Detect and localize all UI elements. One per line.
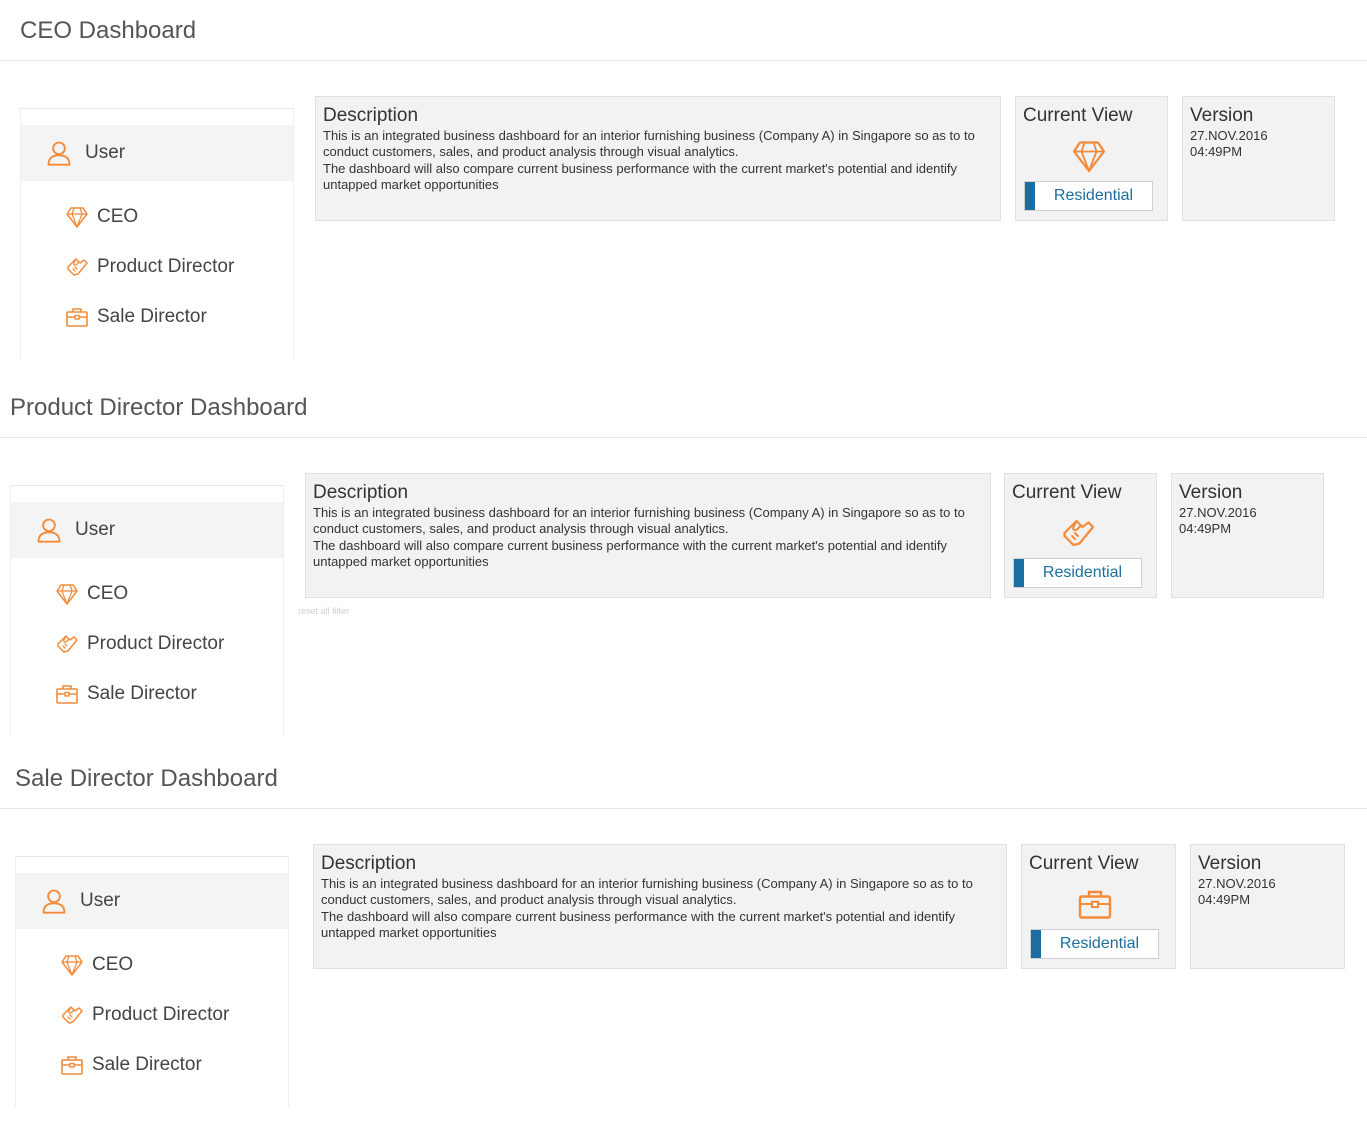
- briefcase-icon: [1077, 885, 1113, 923]
- button-accent-bar: [1031, 930, 1041, 958]
- sidebar-item-sale-director[interactable]: Sale Director: [55, 679, 197, 709]
- diamond-icon: [1071, 137, 1107, 175]
- sidebar-user-label: User: [75, 519, 116, 540]
- divider: [0, 808, 1367, 809]
- sidebar-item-label: CEO: [97, 206, 139, 227]
- product-director-dashboard-section: Product Director Dashboard User CEO Prod…: [0, 377, 1367, 747]
- version-date: 27.NOV.2016: [1198, 876, 1276, 891]
- sidebar-item-sale-director[interactable]: Sale Director: [65, 302, 207, 332]
- description-heading: Description: [321, 853, 417, 874]
- page-title: Sale Director Dashboard: [15, 765, 278, 792]
- sidebar-user-header[interactable]: User: [21, 125, 293, 181]
- version-text: 27.NOV.2016 04:49PM: [1179, 505, 1257, 537]
- sidebar-item-label: Product Director: [87, 633, 225, 654]
- version-heading: Version: [1190, 105, 1254, 126]
- page-title: Product Director Dashboard: [10, 394, 308, 421]
- residential-button[interactable]: Residential: [1024, 181, 1153, 211]
- description-panel: Description This is an integrated busine…: [313, 844, 1007, 969]
- version-date: 27.NOV.2016: [1179, 505, 1257, 520]
- page-title: CEO Dashboard: [20, 17, 197, 44]
- sidebar: User CEO Product Director Sale Director: [15, 856, 289, 1107]
- user-icon: [40, 887, 68, 915]
- sidebar-item-label: Sale Director: [97, 306, 207, 327]
- description-line: The dashboard will also compare current …: [321, 908, 956, 940]
- button-accent-bar: [1014, 559, 1024, 587]
- version-panel: Version 27.NOV.2016 04:49PM: [1171, 473, 1324, 598]
- divider: [0, 437, 1367, 438]
- description-line: This is an integrated business dashboard…: [323, 128, 975, 160]
- sidebar-item-product-director[interactable]: Product Director: [65, 252, 234, 282]
- reset-filter-ghost-text: reset all filter: [298, 606, 350, 616]
- sidebar-item-label: CEO: [87, 583, 129, 604]
- residential-button[interactable]: Residential: [1030, 929, 1159, 959]
- handshake-icon: [55, 632, 79, 656]
- description-panel: Description This is an integrated busine…: [305, 473, 991, 598]
- current-view-heading: Current View: [1023, 105, 1133, 126]
- sidebar-item-label: Product Director: [92, 1004, 230, 1025]
- residential-button-label: Residential: [1059, 935, 1140, 952]
- sidebar: User CEO Product Director Sale Director: [20, 108, 294, 359]
- ceo-dashboard-section: CEO Dashboard User CEO Product Director …: [0, 0, 1367, 370]
- sidebar-item-ceo[interactable]: CEO: [55, 579, 128, 609]
- current-view-panel: Current View Residential: [1004, 473, 1157, 598]
- user-icon: [45, 139, 73, 167]
- current-view-panel: Current View Residential: [1021, 844, 1176, 969]
- sidebar-item-ceo[interactable]: CEO: [60, 950, 133, 980]
- diamond-icon: [55, 582, 79, 606]
- sidebar-item-label: CEO: [92, 954, 134, 975]
- description-line: This is an integrated business dashboard…: [313, 505, 965, 537]
- handshake-icon: [1060, 514, 1096, 552]
- residential-button-label: Residential: [1042, 564, 1123, 581]
- version-text: 27.NOV.2016 04:49PM: [1190, 128, 1268, 160]
- description-panel: Description This is an integrated busine…: [315, 96, 1001, 221]
- residential-button[interactable]: Residential: [1013, 558, 1142, 588]
- version-heading: Version: [1198, 853, 1262, 874]
- button-accent-bar: [1025, 182, 1035, 210]
- sidebar-item-ceo[interactable]: CEO: [65, 202, 138, 232]
- divider: [0, 60, 1367, 61]
- sale-director-dashboard-section: Sale Director Dashboard User CEO Product…: [0, 748, 1367, 1118]
- version-time: 04:49PM: [1198, 892, 1251, 907]
- handshake-icon: [60, 1003, 84, 1027]
- sidebar: User CEO Product Director Sale Director: [10, 485, 284, 736]
- description-text: This is an integrated business dashboard…: [323, 128, 994, 193]
- briefcase-icon: [65, 305, 89, 329]
- version-time: 04:49PM: [1179, 521, 1232, 536]
- residential-button-label: Residential: [1053, 187, 1134, 204]
- current-view-panel: Current View Residential: [1015, 96, 1168, 221]
- current-view-heading: Current View: [1012, 482, 1122, 503]
- sidebar-user-label: User: [80, 890, 121, 911]
- version-panel: Version 27.NOV.2016 04:49PM: [1182, 96, 1335, 221]
- sidebar-user-header[interactable]: User: [16, 873, 288, 929]
- diamond-icon: [60, 953, 84, 977]
- sidebar-item-product-director[interactable]: Product Director: [60, 1000, 229, 1030]
- description-line: The dashboard will also compare current …: [323, 160, 958, 192]
- current-view-heading: Current View: [1029, 853, 1139, 874]
- briefcase-icon: [60, 1053, 84, 1077]
- description-line: The dashboard will also compare current …: [313, 537, 948, 569]
- description-heading: Description: [313, 482, 409, 503]
- version-date: 27.NOV.2016: [1190, 128, 1268, 143]
- version-heading: Version: [1179, 482, 1243, 503]
- handshake-icon: [65, 255, 89, 279]
- description-text: This is an integrated business dashboard…: [313, 505, 984, 570]
- description-text: This is an integrated business dashboard…: [321, 876, 1000, 941]
- sidebar-item-label: Sale Director: [92, 1054, 202, 1075]
- version-text: 27.NOV.2016 04:49PM: [1198, 876, 1276, 908]
- sidebar-item-sale-director[interactable]: Sale Director: [60, 1050, 202, 1080]
- briefcase-icon: [55, 682, 79, 706]
- sidebar-user-label: User: [85, 142, 126, 163]
- version-panel: Version 27.NOV.2016 04:49PM: [1190, 844, 1345, 969]
- version-time: 04:49PM: [1190, 144, 1243, 159]
- sidebar-item-product-director[interactable]: Product Director: [55, 629, 224, 659]
- diamond-icon: [65, 205, 89, 229]
- sidebar-item-label: Product Director: [97, 256, 235, 277]
- sidebar-item-label: Sale Director: [87, 683, 197, 704]
- description-heading: Description: [323, 105, 419, 126]
- user-icon: [35, 516, 63, 544]
- sidebar-user-header[interactable]: User: [11, 502, 283, 558]
- description-line: This is an integrated business dashboard…: [321, 876, 973, 908]
